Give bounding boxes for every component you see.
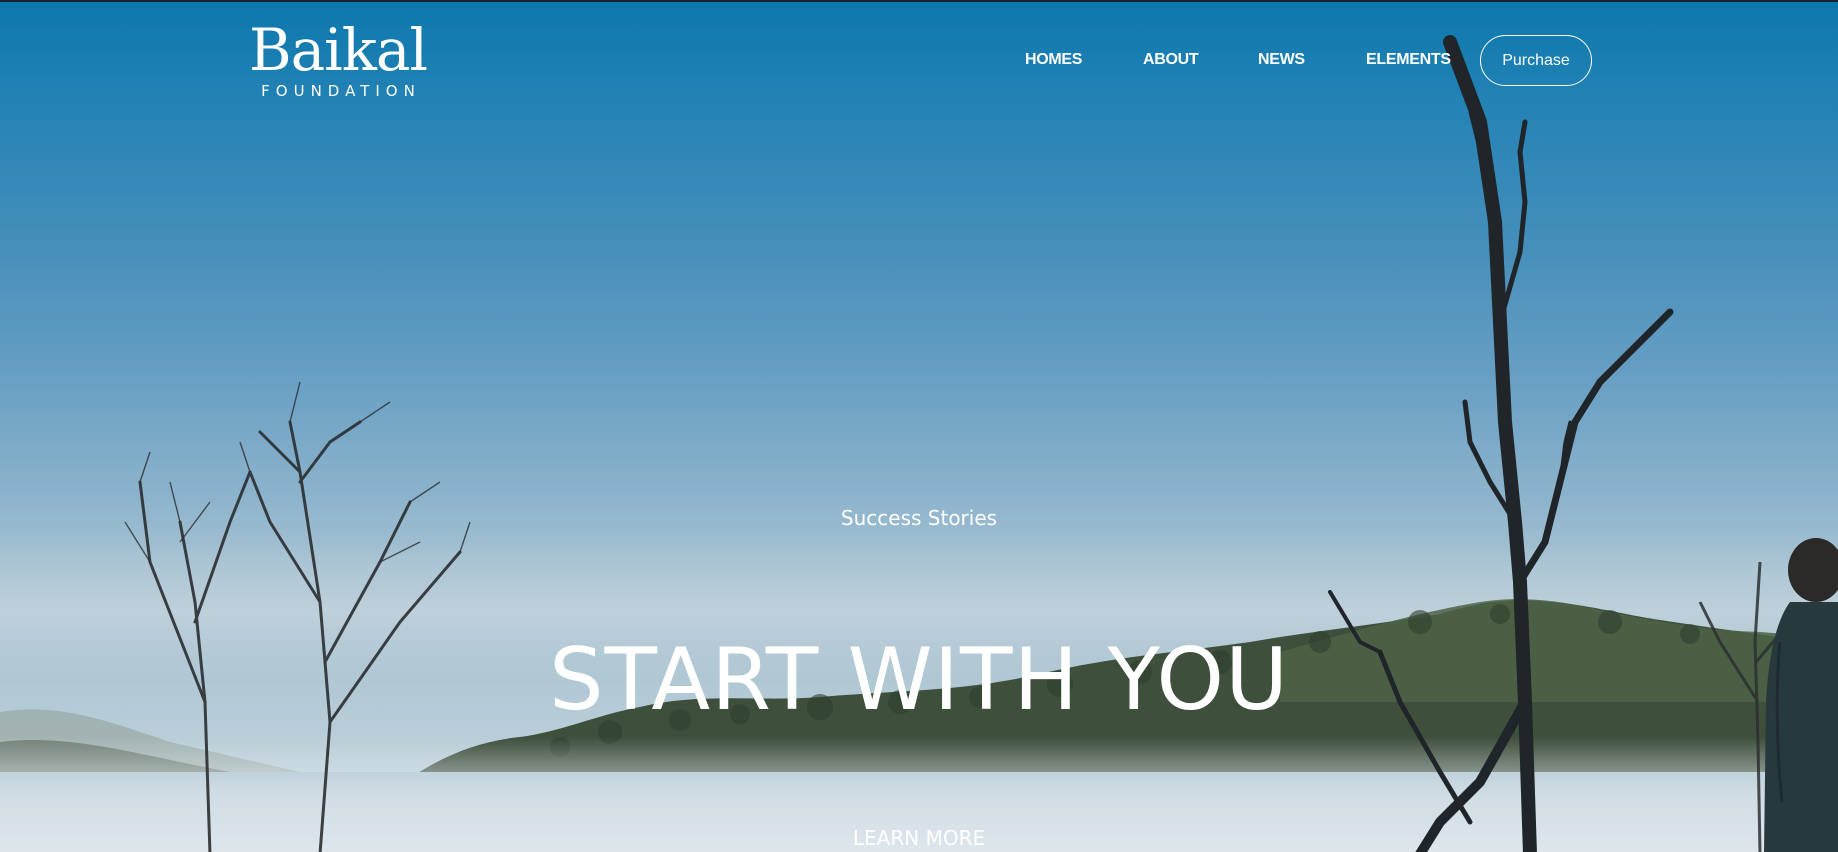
learn-more-link[interactable]: LEARN MORE bbox=[0, 826, 1838, 850]
hero-eyebrow: Success Stories bbox=[840, 506, 998, 530]
nav-link-about[interactable]: ABOUT bbox=[1143, 51, 1199, 69]
main-navigation: HOMES ABOUT NEWS ELEMENTS Purchase bbox=[0, 35, 1838, 87]
learn-more-label[interactable]: LEARN MORE bbox=[853, 826, 985, 850]
purchase-button[interactable]: Purchase bbox=[1480, 35, 1592, 86]
hero-section: Baikal FOUNDATION HOMES ABOUT NEWS ELEME… bbox=[0, 0, 1838, 852]
nav-link-news[interactable]: NEWS bbox=[1258, 51, 1305, 69]
nav-link-elements[interactable]: ELEMENTS bbox=[1366, 51, 1451, 69]
hero-headline: START WITH YOU bbox=[548, 630, 1290, 730]
nav-link-homes[interactable]: HOMES bbox=[1025, 51, 1082, 69]
